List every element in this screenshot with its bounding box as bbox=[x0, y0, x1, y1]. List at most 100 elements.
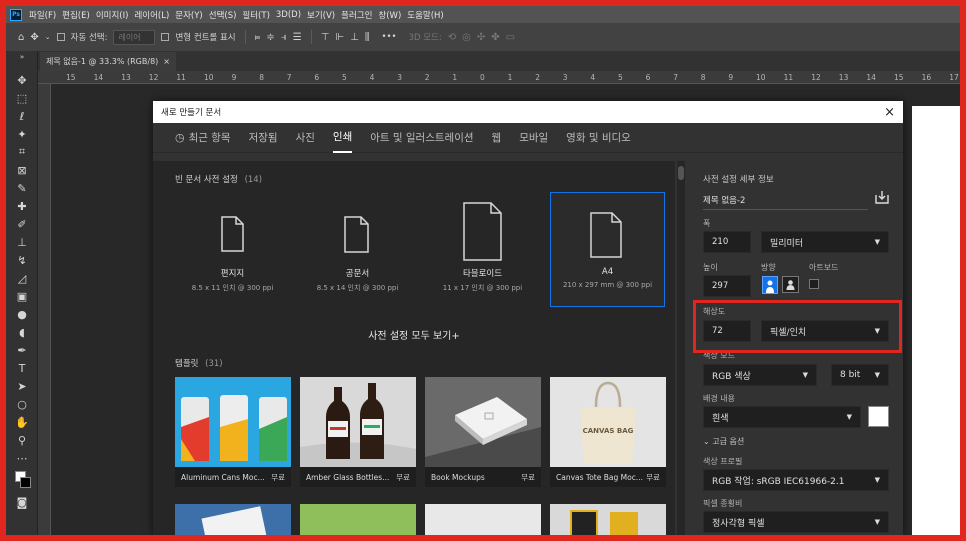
tab-web[interactable]: 웹 bbox=[492, 123, 502, 153]
artboard-checkbox[interactable] bbox=[809, 279, 819, 289]
menu-help[interactable]: 도움말(H) bbox=[404, 9, 446, 21]
layer-select-dropdown[interactable]: 레이어 bbox=[113, 29, 156, 45]
tab-saved[interactable]: 저장됨 bbox=[249, 123, 278, 153]
template-card-canvas-tote-bag[interactable]: CANVAS BAG Canvas Tote Bag Moc... 무료 bbox=[550, 377, 666, 487]
menu-filter[interactable]: 필터(T) bbox=[239, 9, 272, 21]
slide-3d-icon[interactable]: ✤ bbox=[491, 32, 499, 43]
advanced-options-toggle[interactable]: ⌄ 고급 옵션 bbox=[703, 436, 744, 447]
blur-tool-icon[interactable]: ● bbox=[6, 305, 38, 323]
height-input[interactable]: 297 bbox=[703, 275, 751, 297]
type-tool-icon[interactable]: T bbox=[6, 359, 38, 377]
drag-3d-icon[interactable]: ✣ bbox=[477, 32, 485, 43]
save-preset-icon[interactable] bbox=[874, 189, 890, 205]
hand-tool-icon[interactable]: ✋ bbox=[6, 413, 38, 431]
background-contents-dropdown[interactable]: 흰색 ▼ bbox=[703, 406, 861, 428]
more-tools-icon[interactable]: ⋯ bbox=[6, 449, 38, 467]
preset-a4[interactable]: A4 210 x 297 mm @ 300 ppi bbox=[550, 192, 665, 307]
crop-tool-icon[interactable]: ⌗ bbox=[6, 143, 38, 161]
more-options-button[interactable]: ••• bbox=[382, 32, 397, 42]
dodge-tool-icon[interactable]: ◖ bbox=[6, 323, 38, 341]
scrollbar-thumb[interactable] bbox=[678, 166, 684, 180]
distribute-icon[interactable]: ☰ bbox=[293, 32, 302, 43]
history-brush-tool-icon[interactable]: ↯ bbox=[6, 251, 38, 269]
template-card-partial[interactable] bbox=[300, 504, 416, 535]
transform-controls-checkbox[interactable] bbox=[161, 33, 170, 41]
see-all-presets-link[interactable]: 사전 설정 모두 보기+ bbox=[153, 327, 675, 342]
orbit-3d-icon[interactable]: ⟲ bbox=[448, 32, 456, 43]
align-right-icon[interactable]: ⫣ bbox=[281, 32, 287, 43]
document-tab[interactable]: 제목 없음-1 @ 33.3% (RGB/8) × bbox=[40, 52, 176, 71]
auto-select-checkbox[interactable] bbox=[56, 33, 65, 41]
align-center-icon[interactable]: ≑ bbox=[266, 32, 274, 43]
bit-depth-dropdown[interactable]: 8 bit ▼ bbox=[831, 364, 889, 386]
template-card-partial[interactable] bbox=[550, 504, 666, 535]
menu-type[interactable]: 문자(Y) bbox=[172, 9, 205, 21]
align-top-icon[interactable]: ⊤ bbox=[321, 32, 330, 43]
chevron-down-icon[interactable]: ⌄ bbox=[45, 33, 51, 41]
landscape-orientation-button[interactable] bbox=[782, 276, 799, 293]
lasso-tool-icon[interactable]: ℓ bbox=[6, 107, 38, 125]
distribute-vertical-icon[interactable]: ⫼ bbox=[365, 32, 370, 43]
tab-print[interactable]: 인쇄 bbox=[332, 123, 353, 153]
template-card-book-mockups[interactable]: Book Mockups 무료 bbox=[425, 377, 541, 487]
marquee-tool-icon[interactable]: ⬚ bbox=[6, 89, 38, 107]
ruler-tick-label: 1 bbox=[452, 73, 458, 82]
frame-tool-icon[interactable]: ⊠ bbox=[6, 161, 38, 179]
align-left-icon[interactable]: ⫢ bbox=[255, 32, 261, 43]
tab-mobile[interactable]: 모바일 bbox=[519, 123, 548, 153]
width-unit-dropdown[interactable]: 밀리미터 ▼ bbox=[761, 231, 889, 253]
pen-tool-icon[interactable]: ✒ bbox=[6, 341, 38, 359]
preset-legal[interactable]: 공문서 8.5 x 14 인치 @ 300 ppi bbox=[300, 193, 415, 308]
background-color-swatch[interactable] bbox=[20, 477, 31, 488]
preset-tabloid[interactable]: 타블로이드 11 x 17 인치 @ 300 ppi bbox=[425, 193, 540, 308]
color-mode-dropdown[interactable]: RGB 색상 ▼ bbox=[703, 364, 817, 386]
color-swatches[interactable] bbox=[6, 467, 38, 493]
camera-3d-icon[interactable]: ▭ bbox=[506, 32, 515, 43]
tab-photo[interactable]: 사진 bbox=[296, 123, 315, 153]
menu-view[interactable]: 보기(V) bbox=[304, 9, 338, 21]
tab-recent[interactable]: ◷ 최근 항목 bbox=[175, 123, 231, 153]
eyedropper-tool-icon[interactable]: ✎ bbox=[6, 179, 38, 197]
template-card-amber-bottles[interactable]: Amber Glass Bottles... 무료 bbox=[300, 377, 416, 487]
template-card-aluminum-cans[interactable]: Aluminum Cans Moc... 무료 bbox=[175, 377, 291, 487]
magic-wand-tool-icon[interactable]: ✦ bbox=[6, 125, 38, 143]
ellipse-tool-icon[interactable]: ○ bbox=[6, 395, 38, 413]
close-icon[interactable]: × bbox=[163, 57, 170, 66]
width-input[interactable]: 210 bbox=[703, 231, 751, 253]
close-icon[interactable]: × bbox=[884, 105, 895, 120]
stamp-tool-icon[interactable]: ⊥ bbox=[6, 233, 38, 251]
eraser-tool-icon[interactable]: ◿ bbox=[6, 269, 38, 287]
align-middle-icon[interactable]: ⊩ bbox=[335, 32, 344, 43]
template-card-partial[interactable] bbox=[425, 504, 541, 535]
zoom-tool-icon[interactable]: ⚲ bbox=[6, 431, 38, 449]
quick-mask-icon[interactable]: ◙ bbox=[6, 493, 38, 511]
template-card-partial[interactable] bbox=[175, 504, 291, 535]
path-selection-tool-icon[interactable]: ➤ bbox=[6, 377, 38, 395]
align-bottom-icon[interactable]: ⊥ bbox=[350, 32, 359, 43]
menu-3d[interactable]: 3D(D) bbox=[273, 10, 304, 20]
portrait-orientation-button[interactable] bbox=[762, 276, 778, 294]
healing-brush-tool-icon[interactable]: ✚ bbox=[6, 197, 38, 215]
home-icon[interactable]: ⌂ bbox=[18, 32, 24, 43]
menu-window[interactable]: 창(W) bbox=[375, 9, 404, 21]
scrollbar[interactable] bbox=[677, 161, 685, 535]
color-profile-dropdown[interactable]: RGB 작업: sRGB IEC61966-2.1 ▼ bbox=[703, 469, 889, 491]
menu-edit[interactable]: 편집(E) bbox=[59, 9, 93, 21]
background-color-swatch[interactable] bbox=[868, 406, 889, 427]
menu-file[interactable]: 파일(F) bbox=[26, 9, 59, 21]
menu-plugins[interactable]: 플러그인 bbox=[338, 9, 375, 21]
roll-3d-icon[interactable]: ◎ bbox=[462, 32, 471, 43]
move-tool-icon[interactable]: ✥ bbox=[30, 32, 38, 43]
gradient-tool-icon[interactable]: ▣ bbox=[6, 287, 38, 305]
move-tool-icon[interactable]: ✥ bbox=[6, 71, 38, 89]
brush-tool-icon[interactable]: ✐ bbox=[6, 215, 38, 233]
preset-letter[interactable]: 편지지 8.5 x 11 인치 @ 300 ppi bbox=[175, 193, 290, 308]
panel-collapse-icon[interactable]: » bbox=[6, 51, 38, 63]
pixel-aspect-ratio-dropdown[interactable]: 정사각형 픽셀 ▼ bbox=[703, 511, 889, 533]
tab-art-illustration[interactable]: 아트 및 일러스트레이션 bbox=[370, 123, 473, 153]
menu-layer[interactable]: 레이어(L) bbox=[131, 9, 172, 21]
menu-image[interactable]: 이미지(I) bbox=[93, 9, 132, 21]
menu-select[interactable]: 선택(S) bbox=[206, 9, 240, 21]
tab-film-video[interactable]: 영화 및 비디오 bbox=[566, 123, 631, 153]
document-name-field[interactable]: 제목 없음-2 bbox=[703, 194, 745, 206]
